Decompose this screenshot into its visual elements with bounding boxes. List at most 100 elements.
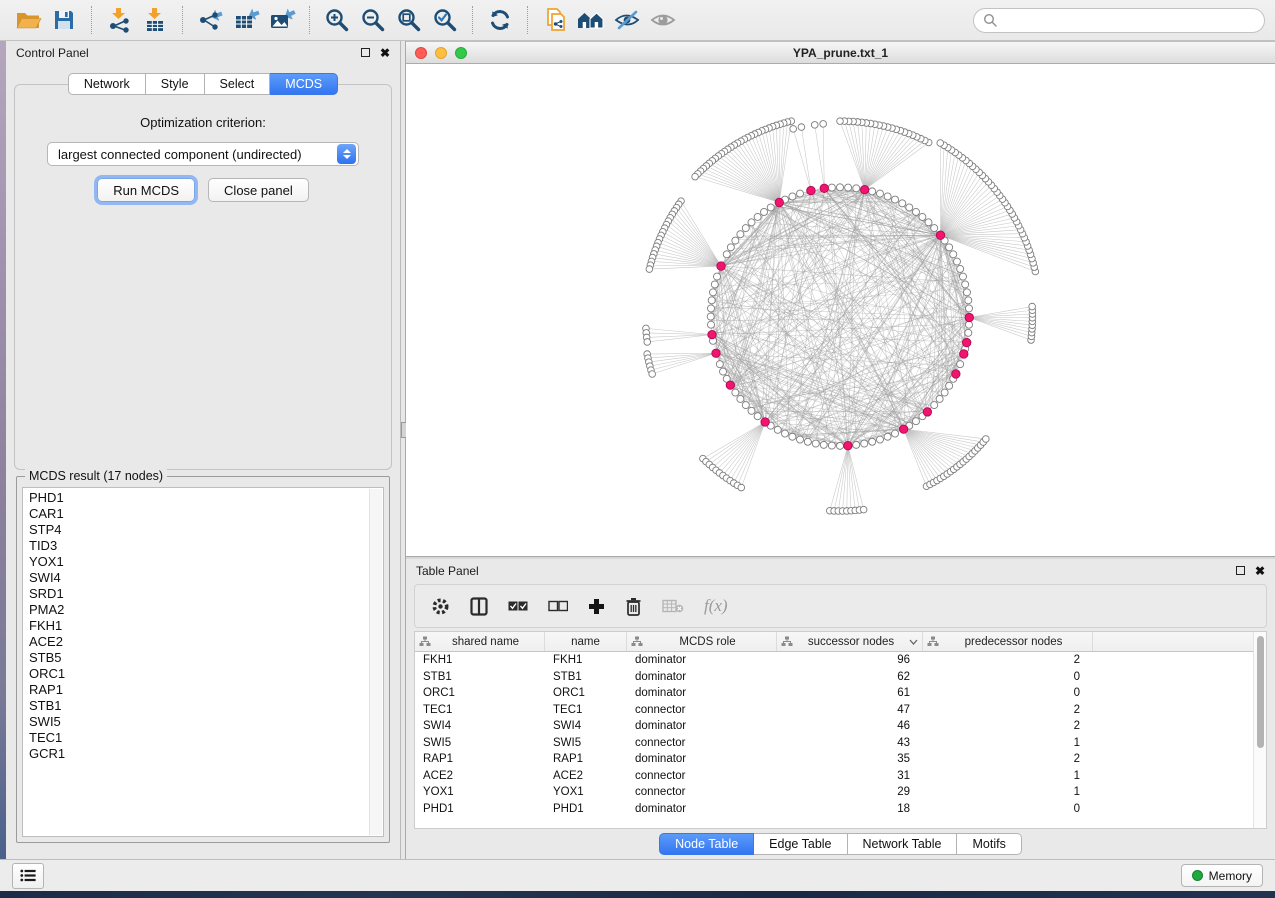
network-node[interactable] [828, 442, 835, 449]
network-node[interactable] [742, 225, 749, 232]
network-mcds-node[interactable] [775, 198, 783, 206]
network-canvas[interactable] [406, 64, 1275, 556]
show-all-button[interactable] [645, 4, 681, 36]
network-mcds-node[interactable] [962, 338, 970, 346]
mcds-result-item[interactable]: TEC1 [29, 730, 383, 746]
export-image-button[interactable] [264, 4, 300, 36]
network-node[interactable] [836, 184, 843, 191]
network-leaf-node[interactable] [837, 118, 844, 125]
table-row[interactable]: YOX1YOX1connector291 [415, 784, 1266, 801]
zoom-fit-button[interactable] [391, 4, 427, 36]
network-node[interactable] [714, 273, 721, 280]
network-node[interactable] [732, 237, 739, 244]
network-node[interactable] [965, 297, 972, 304]
mcds-result-item[interactable]: GCR1 [29, 746, 383, 762]
network-node[interactable] [716, 361, 723, 368]
network-mcds-node[interactable] [899, 425, 907, 433]
mcds-result-item[interactable]: PHD1 [29, 490, 383, 506]
table-scrollbar[interactable] [1253, 632, 1266, 828]
export-network-button[interactable] [192, 4, 228, 36]
delete-columns-button[interactable] [625, 597, 642, 616]
network-node[interactable] [789, 433, 796, 440]
memory-button[interactable]: Memory [1181, 864, 1263, 887]
list-scrollbar[interactable] [369, 489, 382, 835]
network-node[interactable] [925, 219, 932, 226]
network-node[interactable] [748, 219, 755, 226]
window-close-traffic-light[interactable] [415, 47, 427, 59]
network-mcds-node[interactable] [717, 262, 725, 270]
column-header-shared-name[interactable]: shared name [415, 632, 545, 651]
network-node[interactable] [732, 389, 739, 396]
close-panel-button[interactable]: Close panel [208, 178, 309, 202]
network-node[interactable] [965, 329, 972, 336]
close-panel-icon[interactable]: ✖ [380, 47, 390, 59]
network-node[interactable] [950, 251, 957, 258]
import-network-button[interactable] [101, 4, 137, 36]
open-session-button[interactable] [10, 4, 46, 36]
mcds-result-item[interactable]: YOX1 [29, 554, 383, 570]
network-node[interactable] [707, 321, 714, 328]
mcds-result-item[interactable]: ACE2 [29, 634, 383, 650]
mcds-result-item[interactable]: PMA2 [29, 602, 383, 618]
network-node[interactable] [845, 184, 852, 191]
network-node[interactable] [737, 395, 744, 402]
network-mcds-node[interactable] [708, 330, 716, 338]
network-node[interactable] [742, 402, 749, 409]
network-node[interactable] [853, 441, 860, 448]
network-leaf-node[interactable] [738, 484, 745, 491]
network-node[interactable] [931, 402, 938, 409]
network-mcds-node[interactable] [820, 184, 828, 192]
network-node[interactable] [796, 436, 803, 443]
mcds-result-list[interactable]: PHD1CAR1STP4TID3YOX1SWI4SRD1PMA2FKH1ACE2… [22, 487, 384, 837]
select-all-button[interactable] [508, 600, 528, 612]
network-node[interactable] [957, 361, 964, 368]
network-node[interactable] [892, 430, 899, 437]
network-node[interactable] [963, 289, 970, 296]
delete-table-button[interactable] [662, 599, 684, 613]
table-scrollbar-thumb[interactable] [1257, 636, 1264, 748]
network-node[interactable] [708, 297, 715, 304]
network-node[interactable] [836, 442, 843, 449]
network-node[interactable] [953, 258, 960, 265]
network-graph[interactable] [406, 64, 1275, 556]
network-node[interactable] [919, 213, 926, 220]
network-node[interactable] [754, 213, 761, 220]
close-table-panel-icon[interactable]: ✖ [1255, 565, 1265, 577]
apply-layout-button[interactable] [482, 4, 518, 36]
run-mcds-button[interactable]: Run MCDS [97, 178, 195, 202]
table-row[interactable]: RAP1RAP1dominator352 [415, 751, 1266, 768]
table-tab-motifs[interactable]: Motifs [957, 833, 1021, 855]
table-row[interactable]: SWI4SWI4dominator462 [415, 718, 1266, 735]
float-panel-icon[interactable] [361, 48, 370, 57]
mcds-result-item[interactable]: SRD1 [29, 586, 383, 602]
network-node[interactable] [781, 430, 788, 437]
network-node[interactable] [761, 208, 768, 215]
network-node[interactable] [748, 407, 755, 414]
network-leaf-node[interactable] [820, 121, 827, 128]
save-session-button[interactable] [46, 4, 82, 36]
deselect-all-button[interactable] [548, 600, 568, 612]
float-table-panel-icon[interactable] [1236, 566, 1245, 575]
column-header-name[interactable]: name [545, 632, 627, 651]
network-leaf-node[interactable] [983, 436, 990, 443]
network-node[interactable] [884, 433, 891, 440]
table-row[interactable]: ACE2ACE2connector311 [415, 768, 1266, 785]
network-node[interactable] [828, 184, 835, 191]
network-node[interactable] [941, 389, 948, 396]
network-mcds-node[interactable] [712, 349, 720, 357]
network-node[interactable] [957, 265, 964, 272]
network-node[interactable] [707, 313, 714, 320]
mcds-result-item[interactable]: STB1 [29, 698, 383, 714]
network-node[interactable] [912, 208, 919, 215]
network-leaf-node[interactable] [644, 339, 651, 346]
network-node[interactable] [869, 188, 876, 195]
mcds-result-item[interactable]: RAP1 [29, 682, 383, 698]
network-node[interactable] [906, 204, 913, 211]
optimization-criterion-dropdown[interactable]: largest connected component (undirected) [47, 142, 359, 166]
zoom-in-button[interactable] [319, 4, 355, 36]
network-node[interactable] [959, 273, 966, 280]
mcds-result-item[interactable]: SWI5 [29, 714, 383, 730]
table-tab-edge-table[interactable]: Edge Table [754, 833, 847, 855]
column-header-predecessor-nodes[interactable]: predecessor nodes [923, 632, 1093, 651]
network-node[interactable] [727, 244, 734, 251]
